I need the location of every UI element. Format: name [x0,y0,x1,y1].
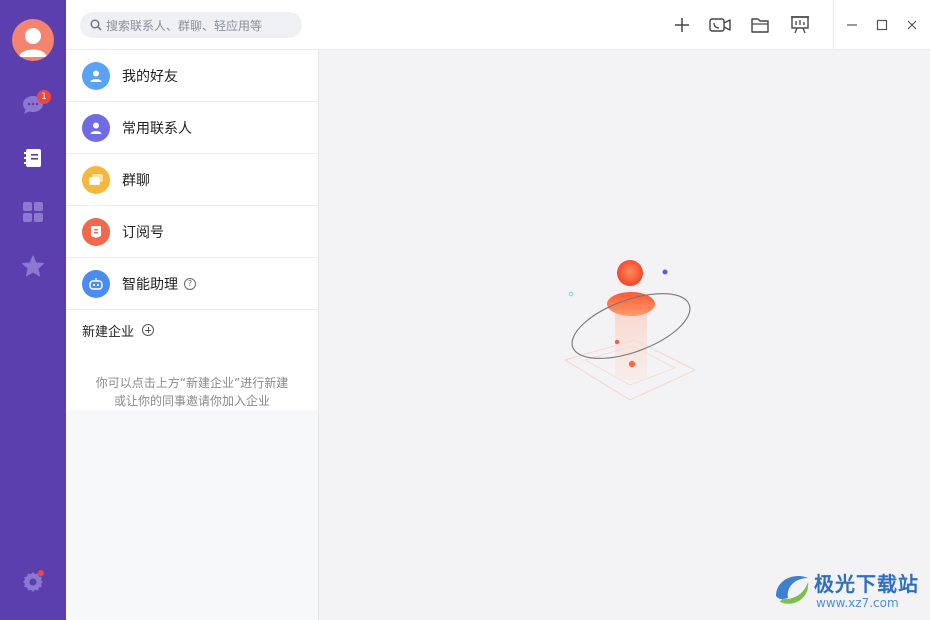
video-call-icon[interactable] [708,13,732,37]
main-empty-pane [319,50,930,620]
chat-bubbles-icon [82,165,110,194]
new-enterprise-label: 新建企业 [82,324,135,340]
folder-icon[interactable] [748,13,772,37]
contacts-item-frequent[interactable]: 常用联系人 [66,102,318,154]
top-bar: 搜索联系人、群聊、轻应用等 [66,0,930,50]
avatar[interactable] [12,19,54,61]
contacts-item-subscriptions[interactable]: 订阅号 [66,206,318,258]
apps-grid-icon[interactable] [20,199,46,225]
watermark-logo-icon [776,576,809,604]
search-input[interactable]: 搜索联系人、群聊、轻应用等 [80,12,302,38]
unread-badge: 1 [37,90,51,104]
contacts-item-friends[interactable]: 我的好友 [66,50,318,102]
item-label: 群聊 [122,172,150,189]
new-enterprise-button[interactable]: 新建企业 [66,310,318,350]
settings-notification-dot [38,570,44,576]
search-icon [90,19,102,31]
empty-state-illustration [564,260,696,401]
contacts-item-assistant[interactable]: 智能助理 ? [66,258,318,310]
help-icon[interactable]: ? [184,277,196,290]
contacts-book-icon[interactable] [20,145,46,171]
item-label: 我的好友 [122,68,178,85]
robot-icon [82,269,110,298]
hint-line: 或让你的同事邀请你加入企业 [113,394,270,408]
presentation-icon[interactable] [788,13,812,37]
watermark-url: www.xz7.com [816,596,899,610]
contacts-item-groups[interactable]: 群聊 [66,154,318,206]
maximize-icon[interactable] [872,15,892,35]
watermark-title: 极光下载站 [814,572,919,596]
enterprise-hint: 你可以点击上方“新建企业”进行新建 或让你的同事邀请你加入企业 [66,350,318,410]
item-label: 订阅号 [122,224,164,241]
watermark: 极光下载站 www.xz7.com [770,566,925,616]
person-icon [82,61,110,90]
left-rail: 1 [0,0,66,620]
minimize-icon[interactable] [842,15,862,35]
search-placeholder: 搜索联系人、群聊、轻应用等 [106,18,263,33]
add-icon[interactable] [670,13,694,37]
star-icon[interactable] [20,253,46,279]
close-icon[interactable] [902,15,922,35]
add-circle-icon [142,324,155,336]
toolbar-divider [833,0,834,50]
person-icon [82,113,110,142]
contacts-panel: 我的好友 常用联系人 群聊 订阅号 智能助理 ? 新建企业 你可以点击上方“新建… [66,50,319,620]
item-label: 智能助理 [122,276,178,293]
bookmark-icon [82,217,110,246]
item-label: 常用联系人 [122,120,192,137]
hint-line: 你可以点击上方“新建企业”进行新建 [95,376,289,390]
